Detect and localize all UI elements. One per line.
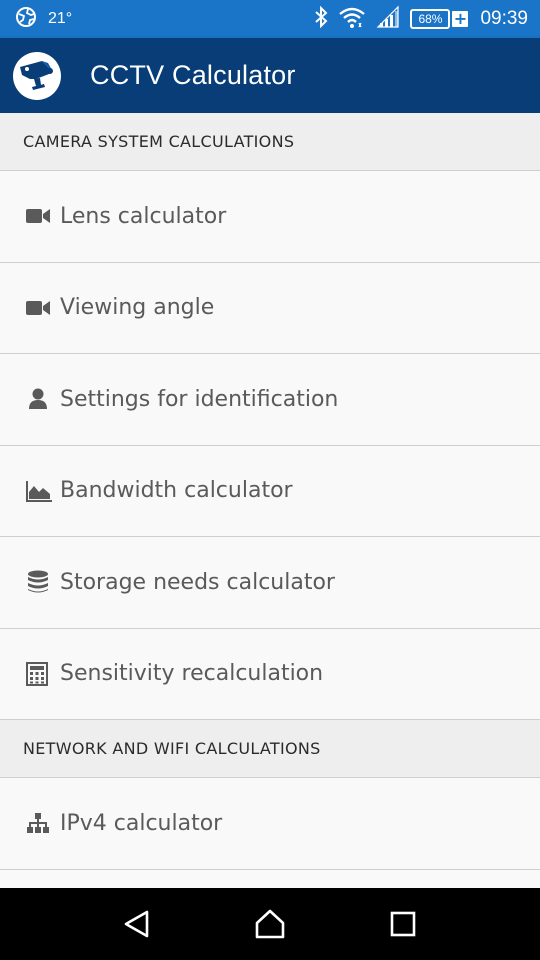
list-item-storage-needs-calculator[interactable]: Storage needs calculator — [0, 537, 540, 629]
wifi-icon — [338, 5, 366, 33]
back-button[interactable] — [107, 894, 167, 954]
app-bar: CCTV Calculator — [0, 38, 540, 113]
list-item-partial[interactable] — [0, 869, 540, 888]
list-item-label: IPv4 calculator — [60, 810, 223, 836]
list-item-label: Settings for identification — [60, 386, 339, 412]
video-camera-icon — [26, 295, 52, 321]
weather-icon — [14, 5, 38, 33]
list-item-label: Bandwidth calculator — [60, 478, 293, 504]
user-icon — [26, 386, 52, 412]
signal-icon — [376, 5, 400, 33]
navigation-bar — [0, 888, 540, 960]
battery-icon: 68% + — [410, 9, 469, 29]
list-item-label: Sensitivity recalculation — [60, 661, 324, 687]
home-button[interactable] — [240, 894, 300, 954]
status-bar: 21° 68% + 09:39 — [0, 0, 540, 38]
video-camera-icon — [26, 203, 52, 229]
list-item-label: Storage needs calculator — [60, 569, 335, 595]
area-chart-icon — [26, 478, 52, 504]
section-header-camera: CAMERA SYSTEM CALCULATIONS — [0, 113, 540, 171]
temperature-text: 21° — [48, 10, 73, 27]
bluetooth-icon — [314, 5, 328, 32]
calculator-list: CAMERA SYSTEM CALCULATIONS Lens calculat… — [0, 113, 540, 888]
list-item-ipv4-calculator[interactable]: IPv4 calculator — [0, 778, 540, 870]
calculator-icon — [26, 661, 52, 687]
list-item-sensitivity-recalculation[interactable]: Sensitivity recalculation — [0, 628, 540, 720]
list-item-bandwidth-calculator[interactable]: Bandwidth calculator — [0, 445, 540, 537]
sitemap-icon — [26, 810, 52, 836]
list-item-settings-for-identification[interactable]: Settings for identification — [0, 354, 540, 446]
recent-apps-button[interactable] — [373, 894, 433, 954]
section-header-network: NETWORK AND WIFI CALCULATIONS — [0, 720, 540, 778]
clock-text: 09:39 — [480, 8, 528, 29]
list-item-label: Lens calculator — [60, 203, 227, 229]
list-item-lens-calculator[interactable]: Lens calculator — [0, 171, 540, 263]
list-item-viewing-angle[interactable]: Viewing angle — [0, 262, 540, 354]
list-item-label: Viewing angle — [60, 295, 215, 321]
cctv-camera-logo[interactable] — [13, 51, 61, 100]
battery-level: 68% — [410, 9, 451, 29]
app-title: CCTV Calculator — [90, 60, 296, 90]
database-icon — [26, 569, 52, 595]
